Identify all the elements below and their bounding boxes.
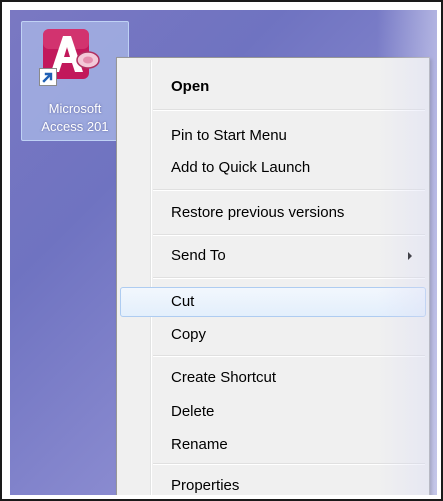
- shortcut-label: Microsoft Access 201: [22, 100, 128, 136]
- menu-item-add-to-quick-launch[interactable]: Add to Quick Launch: [120, 153, 426, 183]
- menu-item-restore-previous-versions[interactable]: Restore previous versions: [120, 198, 426, 228]
- shortcut-arrow-icon: [39, 68, 57, 86]
- menu-item-open[interactable]: Open: [120, 72, 426, 102]
- menu-separator: [153, 234, 425, 236]
- menu-item-properties[interactable]: Properties: [120, 471, 426, 495]
- menu-item-copy[interactable]: Copy: [120, 320, 426, 350]
- menu-separator: [153, 109, 425, 111]
- menu-separator: [153, 277, 425, 279]
- menu-item-rename[interactable]: Rename: [120, 430, 426, 460]
- access-shortcut[interactable]: Microsoft Access 201: [21, 21, 129, 141]
- screenshot-frame: Microsoft Access 201 Open Pin to Start M…: [0, 0, 443, 501]
- context-menu: Open Pin to Start Menu Add to Quick Laun…: [116, 57, 430, 495]
- menu-separator: [153, 463, 425, 465]
- menu-item-send-to-label: Send To: [171, 247, 226, 264]
- shortcut-label-line-1: Microsoft: [48, 101, 102, 116]
- menu-item-create-shortcut[interactable]: Create Shortcut: [120, 363, 426, 393]
- desktop-background: Microsoft Access 201 Open Pin to Start M…: [10, 10, 437, 495]
- shortcut-label-line-2: Access 201: [41, 119, 109, 134]
- menu-item-pin-to-start-menu[interactable]: Pin to Start Menu: [120, 121, 426, 151]
- menu-separator: [153, 189, 425, 191]
- menu-item-cut[interactable]: Cut: [120, 287, 426, 317]
- menu-separator: [153, 355, 425, 357]
- menu-item-delete[interactable]: Delete: [120, 397, 426, 427]
- submenu-arrow-icon: [408, 252, 412, 260]
- menu-item-send-to[interactable]: Send To: [120, 241, 426, 271]
